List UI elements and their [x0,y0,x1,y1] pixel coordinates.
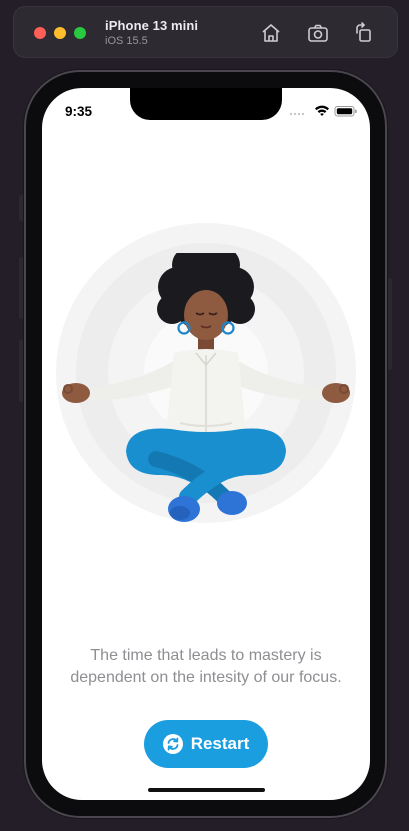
home-indicator[interactable] [148,788,265,792]
wifi-icon [315,105,329,116]
home-icon[interactable] [259,21,283,45]
refresh-icon [162,734,183,754]
signal-icon [289,112,305,116]
quote-text: The time that leads to mastery is depend… [70,647,342,686]
zoom-window-button[interactable] [74,27,86,39]
app-screen: 9:35 The time that leads to mastery is d… [42,88,370,800]
minimize-window-button[interactable] [54,27,66,39]
close-window-button[interactable] [34,27,46,39]
simulator-toolbar: iPhone 13 mini iOS 15.5 [13,6,398,58]
rotate-icon[interactable] [352,21,376,45]
restart-button[interactable]: Restart [144,720,268,768]
restart-button-label: Restart [190,734,250,753]
device-os-version: iOS 15.5 [105,35,148,47]
screenshot-icon[interactable] [306,21,330,45]
status-icons [289,105,357,117]
notch [130,88,282,120]
status-time: 9:35 [65,104,93,119]
meditating-person-illustration [62,253,350,522]
device-name: iPhone 13 mini [105,18,199,33]
battery-icon [334,106,357,117]
power-button [387,278,392,370]
